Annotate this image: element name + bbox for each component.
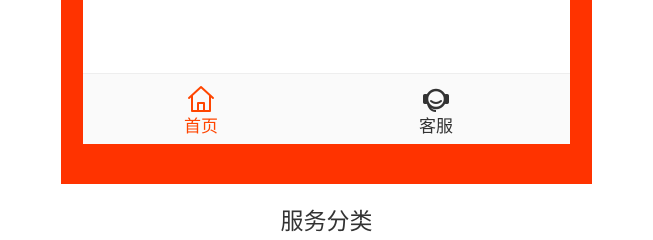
tab-home-label: 首页 <box>184 117 218 137</box>
home-icon <box>186 84 216 114</box>
content-area <box>83 0 570 73</box>
customer-service-icon <box>421 84 451 114</box>
preview-stage: 首页 客服 服务分类 <box>0 0 653 240</box>
tab-home[interactable]: 首页 <box>161 74 241 144</box>
phone-screen: 首页 客服 <box>83 0 570 144</box>
tab-customer-service-label: 客服 <box>419 117 453 137</box>
section-caption: 服务分类 <box>280 209 373 235</box>
phone-frame: 首页 客服 <box>61 0 592 184</box>
bottom-tabbar: 首页 客服 <box>83 73 570 144</box>
tab-customer-service[interactable]: 客服 <box>396 74 476 144</box>
